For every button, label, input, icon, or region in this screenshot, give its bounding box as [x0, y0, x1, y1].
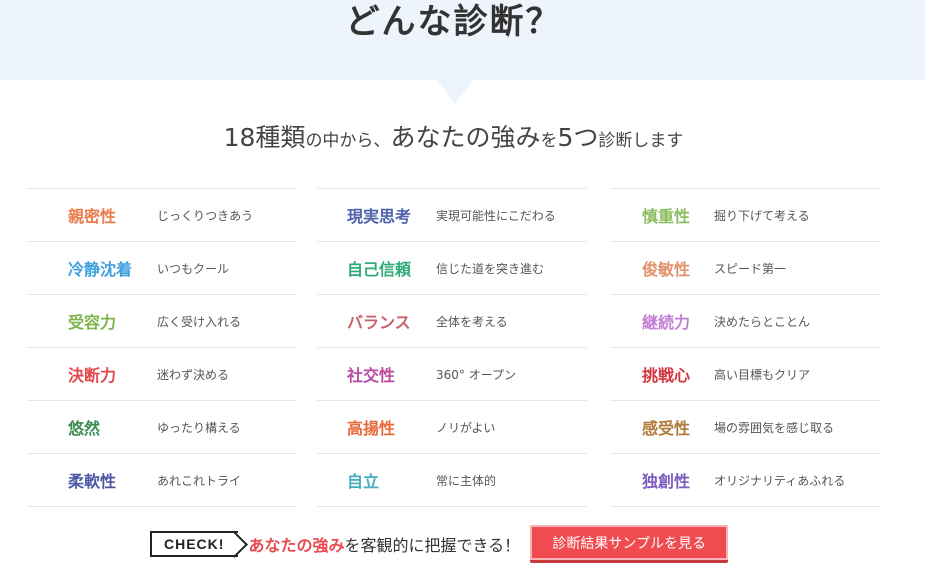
strength-name: 受容力	[68, 313, 117, 332]
check-message: あなたの強みを客観的に把握できる！	[248, 532, 520, 556]
strength-name: 俊敏性	[642, 260, 691, 279]
strength-row: 慎重性 掘り下げて考える	[610, 188, 880, 241]
subtitle-count: 18種類	[223, 123, 306, 152]
subtitle-five: 5つ	[557, 123, 599, 152]
view-sample-results-button[interactable]: 診断結果サンプルを見る	[530, 525, 729, 563]
strength-desc: 高い目標もクリア	[714, 367, 811, 382]
subtitle-strength: あなたの強み	[390, 123, 541, 152]
strength-name: 親密性	[68, 207, 117, 226]
strength-desc: 信じた道を突き進む	[436, 261, 545, 276]
strength-row: 感受性 場の雰囲気を感じ取る	[610, 400, 880, 453]
strength-desc: 広く受け入れる	[157, 314, 242, 329]
strength-row: バランス 全体を考える	[317, 294, 587, 347]
strength-desc: スピード第一	[714, 261, 787, 276]
strength-name: 高揚性	[347, 419, 396, 438]
check-rest-text: を客観的に把握できる！	[344, 536, 521, 555]
strength-name: 継続力	[642, 313, 691, 332]
strength-row: 親密性 じっくりつきあう	[27, 188, 297, 241]
strength-name: 慎重性	[642, 207, 691, 226]
strength-name: 決断力	[68, 366, 117, 385]
strength-name: 柔軟性	[68, 472, 117, 491]
strength-name: 冷静沈着	[68, 260, 133, 279]
strength-name: 悠然	[68, 419, 101, 438]
subtitle-text-2: を	[540, 131, 558, 151]
strength-name: 自立	[347, 472, 380, 491]
strength-desc: あれこれトライ	[157, 473, 242, 488]
strength-desc: 決めたらとことん	[714, 314, 811, 329]
strength-row: 現実思考 実現可能性にこだわる	[317, 188, 587, 241]
section-subtitle: 18種類の中から、あなたの強みを5つ診断します	[0, 118, 907, 161]
subtitle-text-3: 診断します	[598, 131, 684, 151]
strength-desc: じっくりつきあう	[157, 208, 254, 223]
subtitle-text-1: の中から、	[305, 131, 391, 151]
strength-name: バランス	[347, 313, 411, 332]
strength-row: 社交性 360° オープン	[317, 347, 587, 400]
strength-name: 感受性	[642, 419, 691, 438]
strength-desc: いつもクール	[157, 261, 230, 276]
strength-row: 継続力 決めたらとことん	[610, 294, 880, 347]
hero-pointer-arrow	[437, 80, 473, 104]
strength-desc: 実現可能性にこだわる	[436, 208, 556, 223]
check-badge: CHECK!	[150, 531, 239, 557]
strength-name: 自己信頼	[347, 260, 412, 279]
strength-name: 社交性	[347, 366, 396, 385]
strength-row: 柔軟性 あれこれトライ	[27, 453, 297, 507]
strength-row: 悠然 ゆったり構える	[27, 400, 297, 453]
strength-name: 独創性	[642, 472, 691, 491]
hero-banner: どんな診断？	[0, 0, 925, 80]
strength-desc: 掘り下げて考える	[714, 208, 810, 223]
check-cta: CHECK! あなたの強みを客観的に把握できる！ 診断結果サンプルを見る	[150, 524, 729, 564]
strength-row: 俊敏性 スピード第一	[610, 241, 880, 294]
strength-row: 自己信頼 信じた道を突き進む	[317, 241, 587, 294]
strength-desc: ゆったり構える	[157, 420, 241, 435]
strength-column-3: 慎重性 掘り下げて考える 俊敏性 スピード第一 継続力 決めたらとことん 挑戦心 高い目…	[610, 188, 880, 507]
strength-desc: 常に主体的	[436, 473, 497, 488]
strength-row: 独創性 オリジナリティあふれる	[610, 453, 880, 507]
strength-column-2: 現実思考 実現可能性にこだわる 自己信頼 信じた道を突き進む バランス 全体を考える …	[317, 188, 587, 507]
strength-desc: ノリがよい	[436, 420, 496, 435]
strength-desc: 360° オープン	[436, 367, 516, 382]
strength-desc: オリジナリティあふれる	[714, 473, 846, 488]
strength-desc: 迷わず決める	[157, 367, 230, 382]
strength-row: 自立 常に主体的	[317, 453, 587, 507]
strength-row: 受容力 広く受け入れる	[27, 294, 297, 347]
strength-name: 挑戦心	[642, 366, 691, 385]
strength-row: 冷静沈着 いつもクール	[27, 241, 297, 294]
strength-column-1: 親密性 じっくりつきあう 冷静沈着 いつもクール 受容力 広く受け入れる 決断力 迷わず…	[27, 188, 297, 507]
check-accent-text: あなたの強み	[248, 536, 345, 555]
strength-desc: 全体を考える	[436, 314, 508, 329]
strength-desc: 場の雰囲気を感じ取る	[714, 420, 835, 435]
strength-row: 挑戦心 高い目標もクリア	[610, 347, 880, 400]
strength-row: 決断力 迷わず決める	[27, 347, 297, 400]
strength-row: 高揚性 ノリがよい	[317, 400, 587, 453]
page-title: どんな診断？	[345, 2, 562, 42]
strength-name: 現実思考	[347, 207, 412, 226]
